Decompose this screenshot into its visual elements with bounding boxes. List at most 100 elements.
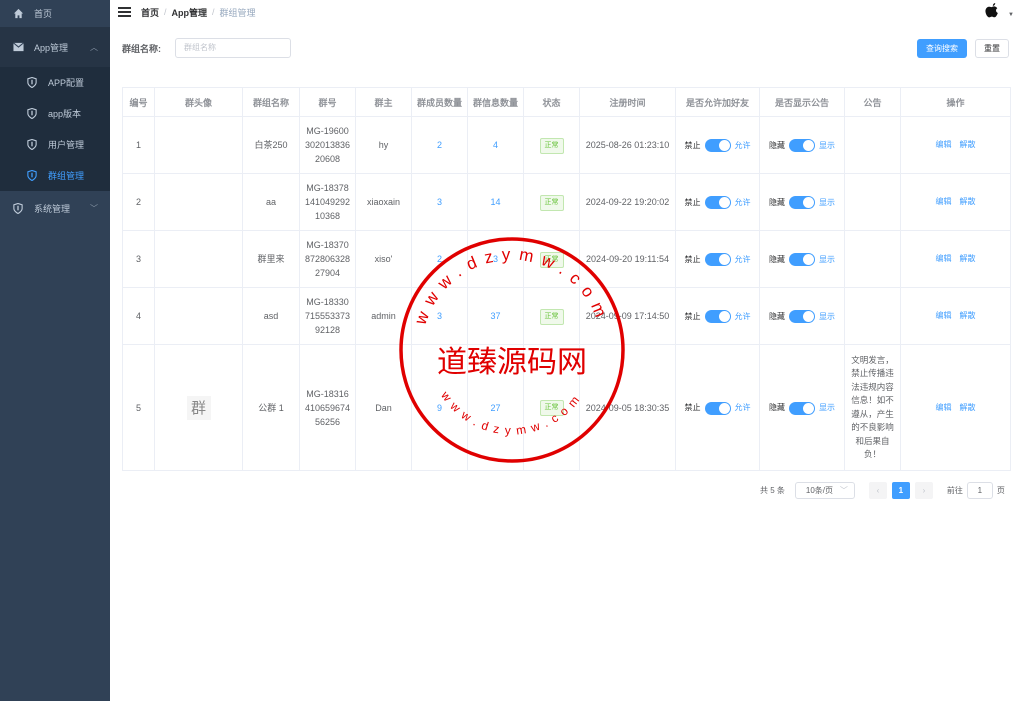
show-notice-switch[interactable] xyxy=(789,310,815,323)
status-badge: 正常 xyxy=(539,137,564,154)
header-members: 群成员数量 xyxy=(411,87,468,117)
goto-label: 前往 xyxy=(946,486,963,495)
switch-off-label: 隐藏 xyxy=(769,311,785,321)
header-allow-friend: 是否允许加好友 xyxy=(675,87,760,117)
cell-show-notice: 隐藏 显示 xyxy=(759,344,845,471)
prev-page-button[interactable]: ‹ xyxy=(868,482,887,499)
next-page-button[interactable]: › xyxy=(914,482,933,499)
cell-show-notice: 隐藏 显示 xyxy=(759,287,845,345)
cell-avatar: 群 xyxy=(154,344,243,471)
page-number[interactable]: 1 xyxy=(891,482,910,499)
goto-page-input[interactable]: 1 xyxy=(966,482,993,499)
cell-notice xyxy=(844,230,901,288)
sidebar-item-label: 系统管理 xyxy=(34,203,71,214)
switch-on-label: 显示 xyxy=(819,403,835,412)
edit-button[interactable]: 编辑 xyxy=(936,197,952,206)
cell-messages[interactable]: 3 xyxy=(467,230,524,288)
caret-down-icon[interactable]: ▼ xyxy=(1008,12,1014,18)
shield-icon xyxy=(26,170,38,182)
sidebar-item-home[interactable]: 首页 xyxy=(0,0,110,27)
cell-time: 2025-08-26 01:23:10 xyxy=(579,116,676,174)
allow-friend-switch[interactable] xyxy=(704,401,731,415)
edit-button[interactable]: 编辑 xyxy=(936,254,952,263)
allow-friend-switch[interactable] xyxy=(704,139,731,152)
table-row: 1 白茶250 MG-19600 302013836 20608 hy 2 4 … xyxy=(122,116,1011,174)
allow-friend-switch[interactable] xyxy=(704,196,731,209)
sidebar-item-group-manage[interactable]: 群组管理 xyxy=(0,160,110,191)
cell-owner: xiso' xyxy=(355,230,412,288)
show-notice-switch[interactable] xyxy=(789,196,815,209)
switch-on-label: 允许 xyxy=(734,311,751,321)
breadcrumb-current: 群组管理 xyxy=(219,7,256,18)
dissolve-button[interactable]: 解散 xyxy=(960,140,976,149)
cell-messages[interactable]: 4 xyxy=(467,116,524,174)
breadcrumb-separator: / xyxy=(164,7,167,17)
sidebar-item-label: App管理 xyxy=(34,42,69,53)
switch-on-label: 显示 xyxy=(819,140,835,150)
dissolve-button[interactable]: 解散 xyxy=(960,254,976,263)
edit-button[interactable]: 编辑 xyxy=(936,140,952,149)
breadcrumb-home[interactable]: 首页 xyxy=(141,6,159,19)
cell-members[interactable]: 3 xyxy=(411,173,468,231)
cell-messages[interactable]: 37 xyxy=(467,287,524,345)
sidebar-item-app-manage[interactable]: App管理 ︿ xyxy=(0,27,110,67)
group-table: 编号 群头像 群组名称 群号 群主 群成员数量 群信息数量 状态 注册时间 是否… xyxy=(122,87,1011,471)
cell-id: 1 xyxy=(122,116,155,174)
sidebar-item-app-config[interactable]: APP配置 xyxy=(0,67,110,98)
cell-members[interactable]: 3 xyxy=(411,287,468,345)
cell-group-name: asd xyxy=(242,287,300,345)
allow-friend-switch[interactable] xyxy=(704,310,731,323)
switch-on-label: 显示 xyxy=(819,197,835,207)
cell-messages[interactable]: 14 xyxy=(467,173,524,231)
cell-group-name: 公群 1 xyxy=(242,344,300,471)
header-group-name: 群组名称 xyxy=(242,87,300,117)
dissolve-button[interactable]: 解散 xyxy=(960,311,976,320)
switch-off-label: 禁止 xyxy=(684,254,701,264)
cell-avatar xyxy=(154,287,243,345)
chevron-down-icon: ﹀ xyxy=(90,203,98,213)
cell-time: 2024-09-20 19:11:54 xyxy=(579,230,676,288)
sidebar-item-app-version[interactable]: app版本 xyxy=(0,98,110,129)
cell-time: 2024-09-09 17:14:50 xyxy=(579,287,676,345)
show-notice-switch[interactable] xyxy=(789,139,815,152)
edit-button[interactable]: 编辑 xyxy=(936,403,952,412)
edit-button[interactable]: 编辑 xyxy=(936,311,952,320)
table-row: 3 群里来 MG-18370 872806328 27904 xiso' 2 3… xyxy=(122,230,1011,288)
cell-messages[interactable]: 27 xyxy=(467,344,524,471)
dissolve-button[interactable]: 解散 xyxy=(960,403,976,412)
sidebar-item-system[interactable]: 系统管理 ﹀ xyxy=(0,191,110,225)
group-name-label: 群组名称: xyxy=(122,43,161,54)
switch-off-label: 隐藏 xyxy=(769,197,785,207)
search-button[interactable]: 查询搜索 xyxy=(917,39,967,58)
cell-members[interactable]: 2 xyxy=(411,230,468,288)
show-notice-switch[interactable] xyxy=(789,401,815,415)
pagination-total: 共 5 条 xyxy=(760,486,785,495)
cell-avatar xyxy=(154,116,243,174)
cell-members[interactable]: 9 xyxy=(411,344,468,471)
cell-notice xyxy=(844,173,901,231)
cell-members[interactable]: 2 xyxy=(411,116,468,174)
status-badge: 正常 xyxy=(539,400,564,416)
sidebar: 首页 App管理 ︿ APP配置 app版本 用户管理 群组管理 系统管理 ﹀ xyxy=(0,0,110,701)
cell-id: 5 xyxy=(122,344,155,471)
cell-actions: 编辑 解散 xyxy=(900,230,1011,288)
home-icon xyxy=(12,8,24,20)
table-row: 4 asd MG-18330 715553373 92128 admin 3 3… xyxy=(122,287,1011,345)
sidebar-item-user-manage[interactable]: 用户管理 xyxy=(0,129,110,160)
show-notice-switch[interactable] xyxy=(789,253,815,266)
header-time: 注册时间 xyxy=(579,87,676,117)
reset-button[interactable]: 重置 xyxy=(975,39,1009,58)
cell-actions: 编辑 解散 xyxy=(900,344,1011,471)
hamburger-icon[interactable] xyxy=(118,7,131,17)
pagination: 共 5 条 10条/页 ﹀ ‹ 1 › 前往 1 页 xyxy=(760,482,1005,499)
cell-owner: admin xyxy=(355,287,412,345)
dissolve-button[interactable]: 解散 xyxy=(960,197,976,206)
apple-logo-avatar[interactable] xyxy=(984,2,1002,20)
mail-icon xyxy=(12,41,24,53)
switch-off-label: 隐藏 xyxy=(769,140,785,150)
page-size-value: 10条/页 xyxy=(805,486,834,495)
allow-friend-switch[interactable] xyxy=(704,253,731,266)
page-size-select[interactable]: 10条/页 ﹀ xyxy=(794,482,855,499)
group-name-input[interactable]: 群组名称 xyxy=(175,38,291,58)
cell-notice: 文明发言，禁止传播违法违规内容信息！如不遵从，产生的不良影响和后果自负！ xyxy=(844,344,901,471)
